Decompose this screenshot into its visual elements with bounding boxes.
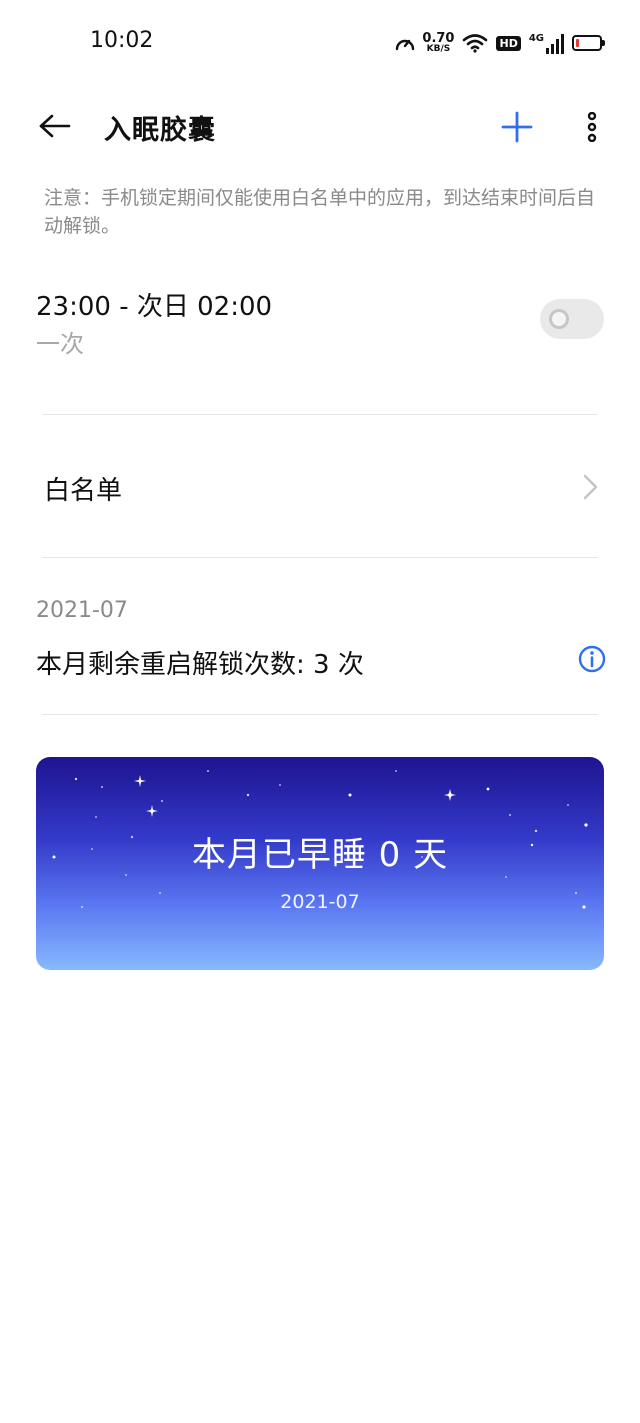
add-button[interactable]: [494, 104, 540, 150]
cellular-signal: 4G: [529, 33, 564, 54]
status-icons: 0.70 KB/S HD 4G: [394, 28, 605, 58]
remaining-unlock-count: 本月剩余重启解锁次数: 3 次: [36, 650, 364, 680]
battery-icon: [572, 35, 605, 51]
speed-text: 0.70 KB/S: [422, 32, 454, 54]
page-title: 入眠胶囊: [104, 115, 216, 146]
app-bar: 入眠胶囊: [0, 92, 640, 162]
notice-text: 注意：手机锁定期间仅能使用白名单中的应用，到达结束时间后自动解锁。: [44, 187, 596, 237]
status-bar: 10:02 0.70 KB/S HD 4G: [0, 0, 640, 84]
early-sleep-banner: 本月已早睡 0 天 2021-07: [36, 757, 604, 970]
divider: [42, 557, 598, 558]
info-button[interactable]: [577, 644, 607, 674]
schedule-row[interactable]: 23:00 - 次日 02:00 一次: [0, 270, 640, 390]
screen: 10:02 0.70 KB/S HD 4G 入眠胶囊 注意：手机锁定期间仅能使用…: [0, 0, 640, 1423]
arrow-left-icon: [39, 114, 71, 138]
unlock-month: 2021-07: [36, 598, 128, 623]
schedule-time-range: 23:00 - 次日 02:00: [36, 292, 273, 322]
info-icon: [578, 645, 606, 673]
speed-unit: KB/S: [426, 44, 451, 54]
divider: [42, 714, 598, 715]
network-speed: 0.70 KB/S: [394, 32, 454, 54]
toggle-knob: [549, 309, 569, 329]
signal-icon: [546, 33, 564, 54]
more-vertical-icon: [587, 112, 597, 142]
schedule-repeat: 一次: [36, 330, 84, 358]
more-options-button[interactable]: [572, 104, 612, 150]
chevron-right-icon: [583, 474, 598, 500]
divider: [42, 414, 598, 415]
schedule-toggle[interactable]: [540, 299, 604, 339]
network-type: 4G: [528, 32, 544, 44]
banner-month: 2021-07: [280, 891, 360, 913]
whitelist-row[interactable]: 白名单: [0, 418, 640, 556]
plus-icon: [501, 111, 533, 143]
battery-level: [576, 39, 579, 47]
speedometer-icon: [396, 39, 415, 51]
status-time: 10:02: [90, 28, 154, 53]
hd-badge: HD: [496, 35, 521, 51]
whitelist-label: 白名单: [44, 476, 123, 506]
banner-title: 本月已早睡 0 天: [191, 835, 449, 875]
back-button[interactable]: [30, 106, 80, 146]
wifi-icon: [463, 34, 488, 53]
